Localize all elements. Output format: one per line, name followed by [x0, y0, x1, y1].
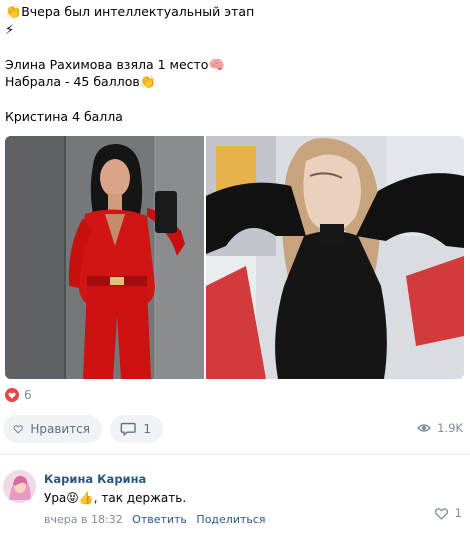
post-line-2: ⚡	[5, 21, 465, 39]
clap-emoji: 👏	[139, 75, 156, 90]
photo-left-art	[5, 136, 204, 379]
comment-icon	[120, 422, 136, 436]
comment-like-button[interactable]: 1	[434, 506, 462, 520]
like-button-label: Нравится	[30, 422, 90, 436]
clap-emoji: 👏	[5, 5, 22, 20]
wall-post: 👏Вчера был интеллектуальный этап ⚡ Элина…	[0, 0, 470, 536]
comment-button[interactable]: 1	[110, 415, 163, 443]
post-line-score: Набрала - 45 баллов👏	[5, 74, 156, 90]
comment-text: Ура😝👍, так держать.	[44, 491, 187, 505]
post-line-kristina: Кристина 4 балла	[5, 109, 123, 124]
reactions-summary[interactable]: 6	[5, 388, 32, 402]
squinting-tongue-emoji: 😝	[66, 491, 79, 505]
post-actions: Нравится 1	[3, 415, 163, 443]
comments-divider	[0, 454, 470, 455]
comment-time[interactable]: вчера в 18:32	[44, 513, 123, 526]
post-text: 👏Вчера был интеллектуальный этап ⚡ Элина…	[5, 3, 465, 126]
post-blank-line	[5, 38, 465, 56]
photo-grid	[5, 136, 464, 379]
comment-body: Карина Карина Ура😝👍, так держать. вчера …	[44, 472, 272, 526]
post-line-winner: Элина Рахимова взяла 1 место🧠	[5, 56, 225, 73]
share-link[interactable]: Поделиться	[196, 513, 265, 526]
comment-count: 1	[143, 422, 151, 436]
avatar[interactable]	[3, 470, 36, 503]
avatar-art	[3, 470, 36, 503]
photo-woman-red-jumpsuit[interactable]	[5, 136, 204, 379]
thumbs-up-emoji: 👍	[78, 491, 94, 505]
comment-meta: вчера в 18:32 Ответить Поделиться	[44, 513, 272, 526]
post-blank-line	[5, 91, 465, 109]
reply-link[interactable]: Ответить	[132, 513, 187, 526]
like-button[interactable]: Нравится	[3, 415, 102, 443]
heart-icon	[5, 388, 19, 402]
views-count: 1.9K	[437, 421, 463, 435]
eye-icon	[417, 424, 432, 432]
photo-woman-black-top[interactable]	[206, 136, 464, 379]
lightning-emoji: ⚡	[5, 22, 15, 38]
brain-emoji: 🧠	[208, 57, 225, 73]
post-line-1: 👏Вчера был интеллектуальный этап	[5, 4, 255, 20]
heart-outline-icon	[434, 507, 448, 520]
photo-right-art	[206, 136, 464, 379]
views-counter: 1.9K	[417, 421, 463, 435]
comment-author[interactable]: Карина Карина	[44, 472, 272, 486]
heart-outline-icon	[13, 425, 23, 434]
reactions-count: 6	[24, 388, 32, 402]
comment-like-count: 1	[454, 506, 462, 520]
